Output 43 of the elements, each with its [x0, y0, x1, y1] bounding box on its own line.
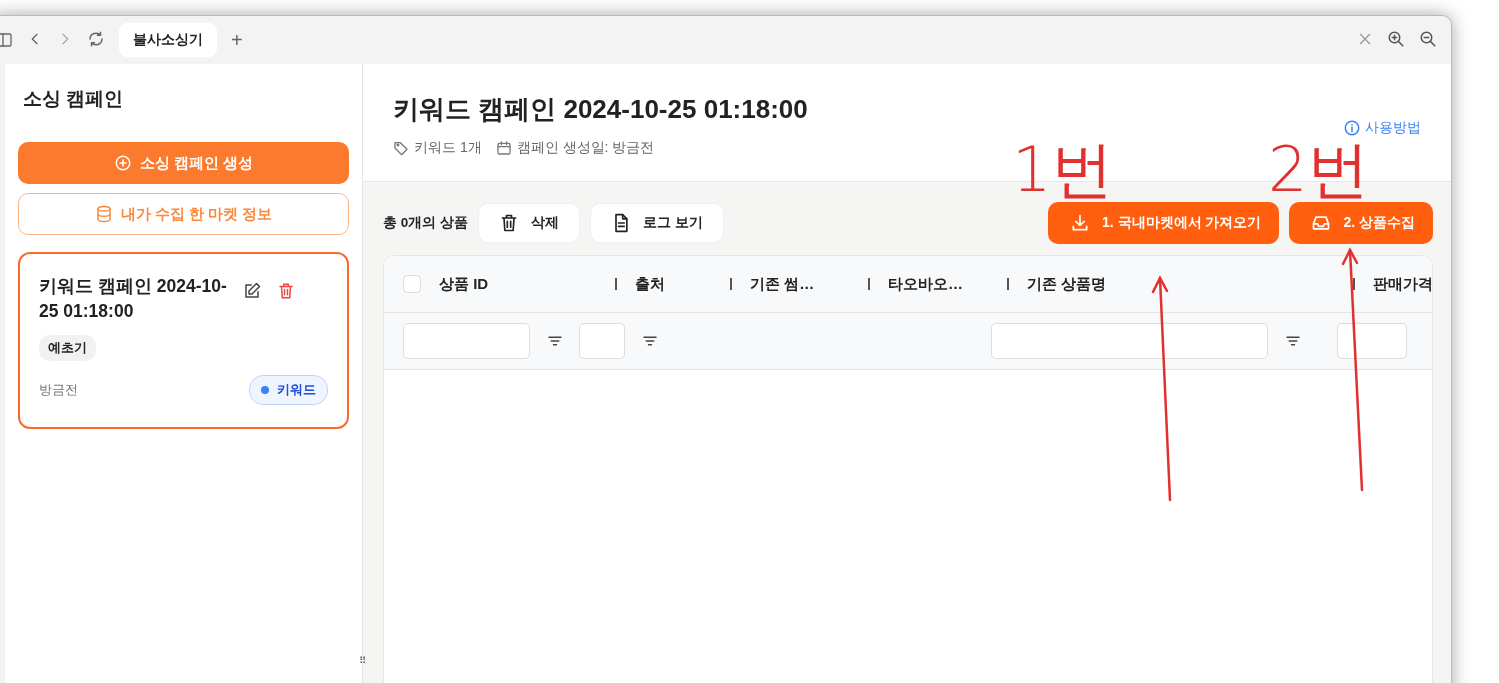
- new-tab-button[interactable]: +: [231, 30, 243, 50]
- close-icon: [1357, 31, 1373, 47]
- column-header[interactable]: 타오바오…: [888, 274, 963, 294]
- column-header[interactable]: 기존 상품명: [1027, 274, 1107, 294]
- meta-text: 캠페인 생성일: 방금전: [516, 139, 655, 157]
- trash-icon: [499, 213, 519, 233]
- filter-input[interactable]: [1337, 323, 1407, 359]
- trash-icon: [277, 282, 295, 300]
- created-time: 방금전: [39, 380, 78, 399]
- handwritten-note: 1번: [1012, 142, 1114, 198]
- browser-tab[interactable]: 불사소싱기: [119, 23, 217, 57]
- filter-input[interactable]: [403, 323, 530, 359]
- campaign-title: 키워드 캠페인 2024-10-25 01:18:00: [39, 275, 228, 324]
- database-icon: [94, 205, 113, 223]
- column-header[interactable]: 출처: [635, 274, 665, 294]
- tag-icon: [393, 140, 409, 156]
- reload-icon: [87, 29, 105, 48]
- log-button[interactable]: 로그 보기: [590, 203, 724, 243]
- plus-circle-icon: [113, 154, 132, 172]
- keyword-chip: 예초기: [39, 334, 96, 361]
- campaign-card[interactable]: 키워드 캠페인 2024-10-25 01:18:00 예초기 방금전 키워드: [18, 252, 349, 429]
- sidebar-title: 소싱 캠페인: [23, 87, 125, 111]
- edit-icon: [243, 282, 261, 300]
- zoom-out-icon: [1419, 29, 1437, 48]
- column-header[interactable]: 상품 ID: [439, 274, 489, 294]
- filter-input[interactable]: [991, 323, 1268, 359]
- filter-input[interactable]: [579, 323, 625, 359]
- inbox-icon: [1311, 213, 1332, 233]
- handwritten-note: 2번: [1268, 142, 1370, 198]
- resize-handle[interactable]: ⠿: [359, 655, 366, 666]
- select-all-checkbox[interactable]: [403, 275, 421, 293]
- meta-text: 키워드 1개: [414, 139, 482, 157]
- campaign-heading: 키워드 캠페인 2024-10-25 01:18:00: [393, 93, 809, 126]
- zoom-in-icon: [1387, 29, 1405, 48]
- product-count: 총 0개의 상품: [383, 214, 468, 232]
- help-link[interactable]: 사용방법: [1343, 118, 1421, 138]
- calendar-icon: [495, 140, 512, 156]
- sidebar-icon: [0, 32, 13, 48]
- column-header[interactable]: 기존 썸…: [750, 274, 815, 294]
- info-icon: [1343, 119, 1361, 137]
- badge-label: 키워드: [277, 380, 316, 399]
- column-header[interactable]: 판매가격: [1373, 274, 1432, 294]
- delete-button[interactable]: 삭제: [478, 203, 580, 243]
